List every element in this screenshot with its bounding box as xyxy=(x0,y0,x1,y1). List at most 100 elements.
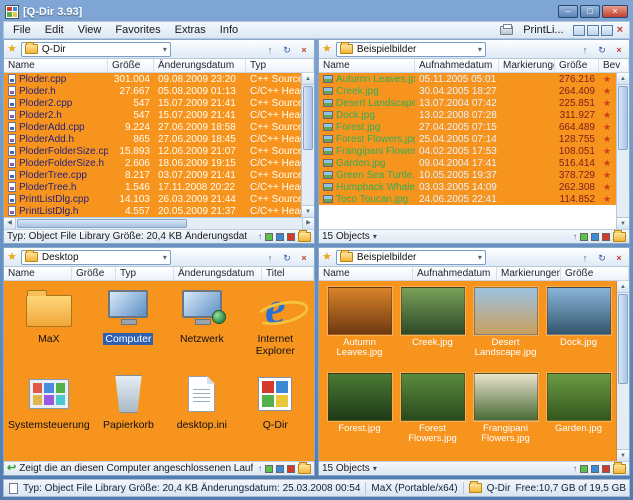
scroll-left-icon[interactable]: ◀ xyxy=(4,218,16,229)
address-dropdown[interactable]: Q-Dir ▾ xyxy=(21,42,171,57)
thumbnail-item[interactable]: Frangipani Flowers.jpg xyxy=(469,373,542,459)
go-up-icon[interactable]: ↑ xyxy=(258,464,262,474)
pane-blue-button[interactable] xyxy=(591,233,599,241)
folder-icon[interactable] xyxy=(613,232,626,242)
go-up-icon[interactable]: ↑ xyxy=(573,232,577,242)
column-header[interactable]: Änderungsdatum xyxy=(154,59,246,72)
table-row[interactable]: Garden.jpg09.04.2004 17:41516.414★ xyxy=(319,157,616,169)
menu-extras[interactable]: Extras xyxy=(168,23,213,37)
scroll-up-icon[interactable]: ▲ xyxy=(617,73,629,85)
vertical-scrollbar[interactable]: ▲ ▼ xyxy=(616,73,629,229)
table-row[interactable]: PrintListDlg.h4.55720.05.2009 21:37C/C++… xyxy=(4,205,301,217)
horizontal-scrollbar[interactable]: ◀ ▶ xyxy=(4,217,314,229)
scrollbar-thumb[interactable] xyxy=(618,86,628,150)
scrollbar-thumb[interactable] xyxy=(17,219,187,228)
column-header[interactable]: Name xyxy=(4,59,108,72)
folder-icon[interactable] xyxy=(298,232,311,242)
menu-file[interactable]: File xyxy=(6,23,38,37)
layout-1-icon[interactable] xyxy=(573,25,585,36)
favorites-star-icon[interactable]: ★ xyxy=(7,44,17,55)
pane-green-button[interactable] xyxy=(580,233,588,241)
table-row[interactable]: PloderAdd.h86527.06.2009 18:45C/C++ Head… xyxy=(4,133,301,145)
menu-favorites[interactable]: Favorites xyxy=(108,23,167,37)
table-row[interactable]: PloderTree.cpp8.21703.07.2009 21:41C++ S… xyxy=(4,169,301,181)
thumbnail-item[interactable]: Desert Landscape.jpg xyxy=(469,287,542,373)
favorites-star-icon[interactable]: ★ xyxy=(322,44,332,55)
desktop-item-systemsteuerung[interactable]: Systemsteuerung xyxy=(6,371,92,457)
menu-info[interactable]: Info xyxy=(213,23,245,37)
scroll-down-icon[interactable]: ▼ xyxy=(617,449,629,461)
table-row[interactable]: Ploder2.cpp54715.07.2009 21:41C++ Source xyxy=(4,97,301,109)
scroll-up-icon[interactable]: ▲ xyxy=(617,281,629,293)
refresh-icon[interactable]: ↻ xyxy=(280,251,294,264)
desktop-item-computer[interactable]: Computer xyxy=(92,285,165,371)
column-header[interactable]: Name xyxy=(319,59,415,72)
chevron-down-icon[interactable]: ▾ xyxy=(373,232,377,241)
folder-up-icon[interactable]: ↑ xyxy=(578,43,592,56)
column-header[interactable]: Größe xyxy=(555,59,599,72)
table-row[interactable]: PrintListDlg.cpp14.10326.03.2009 21:44C+… xyxy=(4,193,301,205)
scroll-right-icon[interactable]: ▶ xyxy=(302,218,314,229)
column-header[interactable]: Titel xyxy=(262,267,314,280)
pane-green-button[interactable] xyxy=(265,233,273,241)
table-row[interactable]: Toco Toucan.jpg24.06.2005 22:41114.852★ xyxy=(319,193,616,205)
table-row[interactable]: Forest.jpg27.04.2005 07:15664.489★ xyxy=(319,121,616,133)
thumbnail-item[interactable]: Autumn Leaves.jpg xyxy=(323,287,396,373)
layout-3-icon[interactable] xyxy=(601,25,613,36)
refresh-icon[interactable]: ↻ xyxy=(280,43,294,56)
column-header[interactable]: Typ xyxy=(116,267,174,280)
column-header[interactable]: Aufnahmedatum xyxy=(415,59,499,72)
table-row[interactable]: PloderTree.h1.54617.11.2008 20:22C/C++ H… xyxy=(4,181,301,193)
address-dropdown[interactable]: Beispielbilder ▾ xyxy=(336,42,486,57)
column-header[interactable]: Aufnahmedatum xyxy=(413,267,497,280)
pane-green-button[interactable] xyxy=(265,465,273,473)
table-row[interactable]: PloderAdd.cpp9.22427.06.2009 18:58C++ So… xyxy=(4,121,301,133)
menu-edit[interactable]: Edit xyxy=(38,23,71,37)
favorites-star-icon[interactable]: ★ xyxy=(7,252,17,263)
pane-blue-button[interactable] xyxy=(276,233,284,241)
desktop-item-max[interactable]: MaX xyxy=(6,285,92,371)
table-row[interactable]: Green Sea Turtle.jpg10.05.2005 19:37378.… xyxy=(319,169,616,181)
close-button[interactable]: × xyxy=(602,5,628,18)
table-row[interactable]: Creek.jpg30.04.2005 18:27264.409★ xyxy=(319,85,616,97)
table-row[interactable]: PloderFolderSize.h2.60618.06.2009 19:15C… xyxy=(4,157,301,169)
table-row[interactable]: Forest Flowers.jpg25.04.2005 07:14128.75… xyxy=(319,133,616,145)
table-row[interactable]: Ploder.h27.66705.08.2009 01:13C/C++ Head… xyxy=(4,85,301,97)
scroll-down-icon[interactable]: ▼ xyxy=(617,217,629,229)
desktop-item-internet-explorer[interactable]: eInternet Explorer xyxy=(239,285,312,371)
column-header[interactable]: Markierungen xyxy=(499,59,555,72)
column-header[interactable]: Name xyxy=(4,267,72,280)
refresh-icon[interactable]: ↻ xyxy=(595,43,609,56)
pane-red-button[interactable] xyxy=(602,465,610,473)
scrollbar-thumb[interactable] xyxy=(618,294,628,384)
folder-up-icon[interactable]: ↑ xyxy=(263,43,277,56)
pane-red-button[interactable] xyxy=(287,233,295,241)
pane-blue-button[interactable] xyxy=(591,465,599,473)
table-row[interactable]: Desert Landscape.jpg13.07.2004 07:42225.… xyxy=(319,97,616,109)
thumbnail-item[interactable]: Forest.jpg xyxy=(323,373,396,459)
close-tab-icon[interactable]: × xyxy=(612,43,626,56)
address-dropdown[interactable]: Beispielbilder ▾ xyxy=(336,250,486,265)
desktop-item-netzwerk[interactable]: Netzwerk xyxy=(165,285,238,371)
table-row[interactable]: Ploder.cpp301.00409.08.2009 23:20C++ Sou… xyxy=(4,73,301,85)
menu-view[interactable]: View xyxy=(71,23,109,37)
column-header[interactable]: Größe xyxy=(108,59,154,72)
scrollbar-thumb[interactable] xyxy=(303,86,313,150)
maximize-button[interactable]: □ xyxy=(580,5,600,18)
thumbnail-item[interactable]: Garden.jpg xyxy=(542,373,615,459)
go-up-icon[interactable]: ↑ xyxy=(258,232,262,242)
folder-icon[interactable] xyxy=(613,464,626,474)
address-dropdown[interactable]: Desktop ▾ xyxy=(21,250,171,265)
table-row[interactable]: Frangipani Flowers.jpg04.02.2005 17:5310… xyxy=(319,145,616,157)
column-header[interactable]: Bev xyxy=(599,59,629,72)
vertical-scrollbar[interactable]: ▲ ▼ xyxy=(616,281,629,461)
menu-close-icon[interactable]: × xyxy=(613,24,627,36)
close-tab-icon[interactable]: × xyxy=(612,251,626,264)
folder-icon[interactable] xyxy=(298,464,311,474)
table-row[interactable]: Dock.jpg13.02.2008 07:28311.927★ xyxy=(319,109,616,121)
table-row[interactable]: Ploder2.h54715.07.2009 21:41C/C++ Header xyxy=(4,109,301,121)
pane-blue-button[interactable] xyxy=(276,465,284,473)
column-header[interactable]: Markierungen xyxy=(497,267,561,280)
folder-up-icon[interactable]: ↑ xyxy=(578,251,592,264)
table-row[interactable]: PloderFolderSize.cpp15.89312.06.2009 21:… xyxy=(4,145,301,157)
